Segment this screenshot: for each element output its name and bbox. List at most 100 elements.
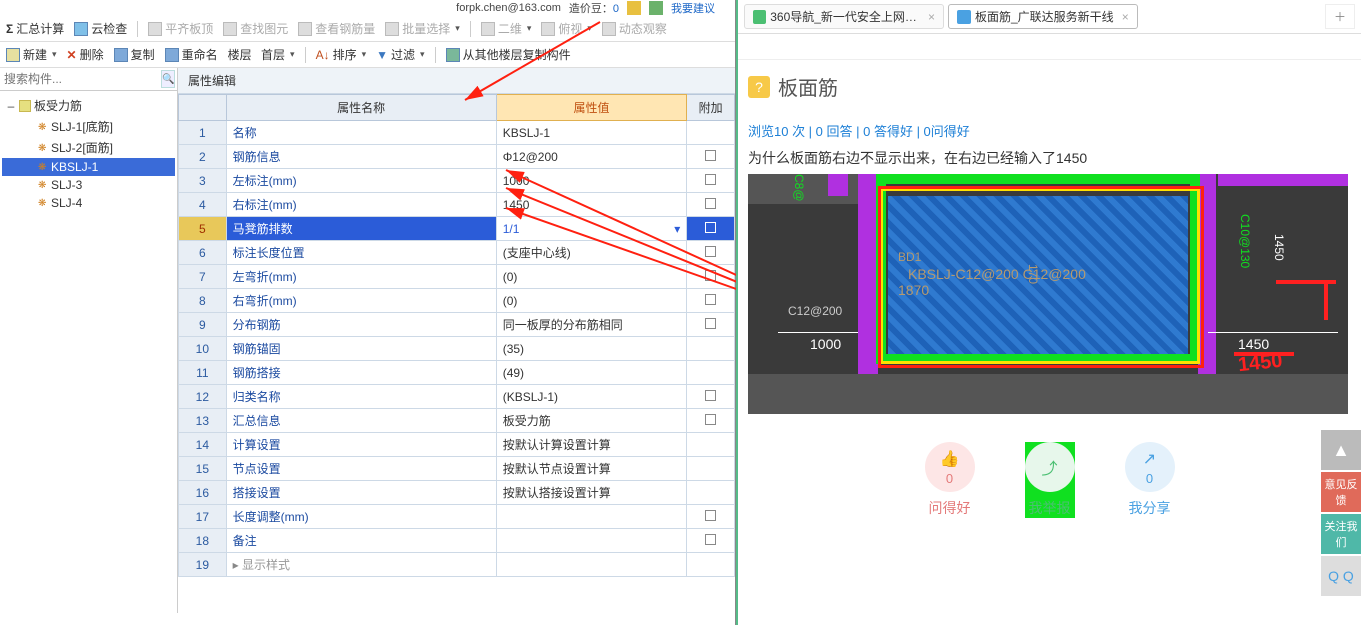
property-value[interactable]: (KBSLJ-1) (496, 385, 687, 409)
property-value[interactable]: (35) (496, 337, 687, 361)
property-value[interactable]: Φ12@200 (496, 145, 687, 169)
stats-line: 浏览10 次 | 0 回答 | 0 答得好 | 0问得好 (748, 121, 1351, 140)
property-value[interactable]: (49) (496, 361, 687, 385)
property-row[interactable]: 1名称KBSLJ-1 (179, 121, 735, 145)
bullet-icon (38, 180, 48, 190)
copy-button[interactable]: 复制 (114, 46, 155, 63)
batch-select-button: 批量选择 (385, 20, 460, 37)
property-value[interactable]: 板受力筋 (496, 409, 687, 433)
orbit-button: 动态观察 (602, 20, 667, 37)
tree-item[interactable]: SLJ-3 (2, 176, 175, 194)
rename-button[interactable]: 重命名 (165, 46, 218, 63)
cad-viewport: 1000 1450 C12@200 C8@ C10@130 1450 KBSLJ… (748, 174, 1348, 414)
property-row[interactable]: 11钢筋搭接(49) (179, 361, 735, 385)
2d-view-button: 二维 (481, 20, 532, 37)
lbl-c12: C12@200 (788, 304, 842, 318)
property-row[interactable]: 3左标注(mm)1000 (179, 169, 735, 193)
close-tab-icon[interactable]: × (928, 10, 935, 24)
topup-icon[interactable] (649, 1, 663, 15)
address-bar[interactable] (738, 34, 1361, 60)
property-row[interactable]: 14计算设置按默认计算设置计算 (179, 433, 735, 457)
page-content: ? 板面筋 浏览10 次 | 0 回答 | 0 答得好 | 0问得好 为什么板面… (738, 60, 1361, 530)
flat-top-button: 平齐板顶 (148, 20, 213, 37)
suggest-link[interactable]: 我要建议 (671, 0, 715, 16)
lbl-170: 170 (1026, 264, 1040, 284)
property-value[interactable]: 1000 (496, 169, 687, 193)
feedback-button[interactable]: 意见反馈 (1321, 472, 1361, 512)
property-value[interactable] (496, 505, 687, 529)
tree-item[interactable]: SLJ-2[面筋] (2, 137, 175, 158)
search-input[interactable] (2, 70, 161, 88)
vote-good-question[interactable]: 👍0 问得好 (925, 442, 975, 518)
property-row[interactable]: 18备注 (179, 529, 735, 553)
property-row[interactable]: 10钢筋锚固(35) (179, 337, 735, 361)
property-row[interactable]: 2钢筋信息Φ12@200 (179, 145, 735, 169)
new-tab-button[interactable]: ＋ (1325, 4, 1355, 29)
lbl-1870: 1870 (898, 282, 929, 298)
copy-from-other-floor[interactable]: 从其他楼层复制构件 (446, 46, 571, 63)
property-row[interactable]: 12归类名称(KBSLJ-1) (179, 385, 735, 409)
property-row[interactable]: 13汇总信息板受力筋 (179, 409, 735, 433)
property-value[interactable]: (0) (496, 265, 687, 289)
scroll-top-button[interactable]: ▲ (1321, 430, 1361, 470)
lbl-c8: C8@ (792, 174, 806, 202)
delete-button[interactable]: ✕删除 (67, 46, 104, 63)
recharge-icon[interactable] (627, 1, 641, 15)
follow-us-button[interactable]: 关注我们 (1321, 514, 1361, 554)
lbl-v1450: 1450 (1272, 234, 1286, 261)
close-tab-icon[interactable]: × (1122, 10, 1129, 24)
property-value[interactable]: 同一板厚的分布筋相同 (496, 313, 687, 337)
property-value[interactable]: (支座中心线) (496, 241, 687, 265)
tree-root[interactable]: –板受力筋 (2, 95, 175, 116)
property-value[interactable] (496, 529, 687, 553)
sort-button[interactable]: A↓排序 (316, 46, 367, 63)
tree-item[interactable]: SLJ-1[底筋] (2, 116, 175, 137)
property-row[interactable]: 19▸ 显示样式 (179, 553, 735, 577)
property-row[interactable]: 16搭接设置按默认搭接设置计算 (179, 481, 735, 505)
report-button[interactable]: ⤴ 我举报 (1025, 442, 1075, 518)
sum-calc-button[interactable]: Σ汇总计算 (6, 20, 64, 37)
cloud-check-button[interactable]: 云检查 (74, 20, 127, 37)
property-row[interactable]: 15节点设置按默认节点设置计算 (179, 457, 735, 481)
property-value[interactable]: KBSLJ-1 (496, 121, 687, 145)
filter-button[interactable]: ▼过滤 (376, 46, 424, 63)
tree-item[interactable]: KBSLJ-1 (2, 158, 175, 176)
property-value[interactable] (496, 553, 687, 577)
property-value[interactable]: 1/1▾ (496, 217, 687, 241)
new-button[interactable]: 新建 (6, 46, 57, 63)
property-row[interactable]: 4右标注(mm)1450 (179, 193, 735, 217)
property-value[interactable]: 1450 (496, 193, 687, 217)
property-row[interactable]: 5马凳筋排数1/1▾ (179, 217, 735, 241)
toolbar-view: Σ汇总计算 云检查 平齐板顶 查找图元 查看钢筋量 批量选择 二维 俯视 动态观… (0, 16, 735, 42)
qq-button[interactable]: Q Q (1321, 556, 1361, 596)
page-title: 板面筋 (778, 72, 838, 101)
browser-tab[interactable]: 板面筋_广联达服务新干线× (948, 4, 1138, 29)
side-float-buttons: ▲ 意见反馈 关注我们 Q Q (1321, 430, 1361, 598)
page-title-icon: ? (748, 76, 770, 98)
browser-tab[interactable]: 360导航_新一代安全上网导航× (744, 4, 944, 29)
property-row[interactable]: 8右弯折(mm)(0) (179, 289, 735, 313)
property-row[interactable]: 9分布钢筋同一板厚的分布筋相同 (179, 313, 735, 337)
tree-item[interactable]: SLJ-4 (2, 194, 175, 212)
bullet-icon (38, 162, 48, 172)
property-value[interactable]: 按默认计算设置计算 (496, 433, 687, 457)
bullet-icon (38, 122, 48, 132)
credit-value[interactable]: 0 (613, 3, 619, 15)
property-value[interactable]: 按默认节点设置计算 (496, 457, 687, 481)
favicon-icon (957, 10, 971, 24)
property-row[interactable]: 17长度调整(mm) (179, 505, 735, 529)
property-value[interactable]: (0) (496, 289, 687, 313)
property-panel-title: 属性编辑 (178, 68, 735, 94)
top-info-bar: forpk.chen@163.com 造价豆：0 我要建议 (0, 0, 735, 16)
search-icon[interactable]: 🔍 (161, 70, 175, 88)
property-row[interactable]: 7左弯折(mm)(0) (179, 265, 735, 289)
share-button[interactable]: ↗0 我分享 (1125, 442, 1175, 518)
floor-combo[interactable]: 楼层 首层 (228, 46, 295, 63)
col-extra: 附加 (687, 95, 735, 121)
col-name: 属性名称 (226, 95, 496, 121)
property-row[interactable]: 6标注长度位置(支座中心线) (179, 241, 735, 265)
col-value: 属性值 (496, 95, 687, 121)
dim-right: 1450 (1238, 336, 1269, 352)
property-table: 属性名称 属性值 附加 1名称KBSLJ-12钢筋信息Φ12@2003左标注(m… (178, 94, 735, 577)
property-value[interactable]: 按默认搭接设置计算 (496, 481, 687, 505)
